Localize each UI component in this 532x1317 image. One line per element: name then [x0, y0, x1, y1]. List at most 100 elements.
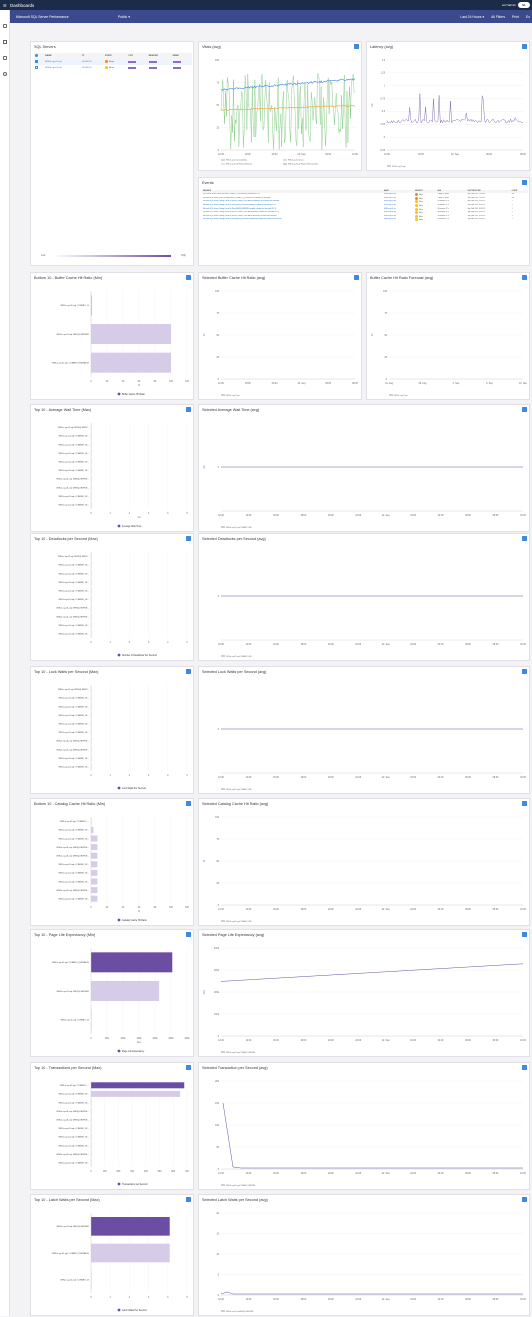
chart-label: 100 — [103, 1171, 108, 1173]
bufferSel-panel: Selected Buffer Cache Hit Ratio (avg) 100… — [198, 272, 362, 400]
devices-icon[interactable] — [3, 56, 7, 60]
bar[interactable] — [91, 861, 98, 868]
severity-icon — [414, 196, 418, 200]
chart-label: 50 — [216, 105, 219, 107]
chart-label: 18:00 — [245, 383, 251, 385]
chart-label: 25 — [216, 357, 219, 359]
bar[interactable] — [91, 887, 98, 894]
bufferMin-chart: 0 20 40 60 80 100 120% WIN-lc-sp-01-sql: COMMIO… — [52, 291, 190, 396]
chart-label: 12:00 — [218, 515, 224, 517]
dashboard-icon[interactable] — [3, 24, 7, 28]
deadMax-chart: 0 1 2 3 4 5 WIN-lc-sp-01-sql: MSSQLSERV... WIN-… — [56, 552, 188, 657]
series-line[interactable] — [220, 963, 524, 982]
chart-label: WIN-lc-sp-01-sql: MSSQLSERVE... — [56, 487, 89, 489]
event-device[interactable]: WIN-lc-sp-01.sql — [383, 218, 414, 222]
bar[interactable] — [91, 981, 160, 1001]
chart-label: WIN-lc-sp-01.sql:MSSQLSERVER — [226, 1311, 254, 1313]
chart-label: WIN-lc-sp-01-sql: COMMIO_IX — [60, 305, 89, 307]
chart-label: 50 — [216, 1147, 219, 1149]
chart-label: 100 — [169, 907, 174, 909]
device-name[interactable]: WIN-lc-sp-01.sql — [44, 65, 81, 71]
chart-label: WIN-lc-sp-01.sql:COMMIO_INSTAN... — [226, 1051, 257, 1054]
menu-icon[interactable]: ☰ — [3, 3, 7, 8]
chart-label: 100k — [214, 1014, 220, 1016]
chart-label: 02:00 — [410, 515, 416, 517]
chart-label: 150 — [215, 1103, 220, 1105]
txSel-panel: Selected Transaction per Second (avg) 200… — [198, 1062, 530, 1190]
bar[interactable] — [91, 1082, 185, 1089]
chart-label: 100 — [215, 291, 220, 293]
chart-label: WIN-lc-sp-01-sql: COMMIO_IN... — [59, 496, 90, 498]
bar[interactable] — [91, 826, 94, 833]
time-range-select[interactable]: Last 24 Hours ▾ — [460, 15, 484, 19]
chart-label: 06:00 — [486, 154, 492, 156]
catMin-chart: 0 20 40 60 80 100 120% WIN-lc-sp-01-sql: COMMIO… — [56, 817, 190, 922]
events-table: MESSAGE NAME SEVERITY AGE LAST DETECTED COUNT… — [202, 190, 528, 222]
bar[interactable] — [91, 869, 98, 876]
chart-label: WIN-lc-sp-01-sql: COMMIO_IN... — [59, 599, 90, 601]
export-button[interactable]: Ex — [526, 15, 530, 19]
chart-label: 10:00 — [520, 1299, 526, 1301]
legend-swatch — [117, 1182, 121, 1186]
series-line[interactable] — [222, 1102, 523, 1169]
chart-label: WIN-lc-sp-01-sql: MSSQLSERVE... — [56, 741, 89, 743]
series-line-memory[interactable] — [220, 105, 356, 111]
bar[interactable] — [91, 844, 98, 851]
chart-label: 22:00 — [355, 644, 361, 646]
chart-label: 08:00 — [493, 1040, 499, 1042]
chart-label: WIN-lc-sp-01.sql:availability — [226, 159, 247, 162]
bar[interactable] — [91, 852, 98, 859]
chart-label: WIN-lc-sp-01-sql: MSSQLSERVE... — [56, 479, 89, 481]
chart-label: 300k — [185, 1038, 191, 1040]
series-line[interactable] — [386, 93, 524, 124]
chart-label: 00:00 — [272, 383, 278, 385]
bar[interactable] — [91, 324, 171, 344]
all-filters-button[interactable]: All Filters — [491, 15, 505, 19]
user-menu[interactable]: em7admin — [502, 3, 516, 7]
bar[interactable] — [91, 835, 98, 842]
dashboard-title[interactable]: Microsoft SQL Server Performance — [16, 15, 69, 19]
chart-label: Catalog Cache Hit Ratio — [122, 919, 147, 922]
chart-label: 0 — [386, 379, 388, 381]
chart-label: WIN-lc-sp-01-sql: COMMIO_IN... — [59, 881, 90, 883]
series-line-availability[interactable] — [220, 73, 356, 150]
print-button[interactable]: Print — [512, 15, 519, 19]
series-line-cpu[interactable] — [220, 78, 356, 91]
vitals-panel: Vitals (avg) 100 75 50 25 0 12:00 18:00 00:00 22.… — [198, 41, 362, 171]
event-row[interactable]: Microsoft SQL Server Catalog Cache Hit R… — [202, 218, 528, 222]
bar[interactable] — [91, 1090, 181, 1097]
permission-select[interactable]: Public ▾ — [118, 15, 130, 19]
bar[interactable] — [91, 1217, 170, 1236]
vitals-chart: 100 75 50 25 0 12:00 18:00 00:00 22. Sep 06:00 12:… — [215, 60, 358, 166]
event-message[interactable]: Microsoft SQL Server Catalog Cache Hit R… — [202, 218, 383, 222]
chart-label: 0 — [218, 467, 220, 469]
panel-menu-icon[interactable] — [522, 180, 527, 185]
chart-label: 0 — [90, 775, 92, 777]
chart-label: 12:00 — [218, 909, 224, 911]
bar[interactable] — [91, 1243, 170, 1263]
bar[interactable] — [91, 352, 171, 373]
row-checkbox[interactable] — [34, 65, 44, 71]
bar[interactable] — [91, 895, 98, 902]
legend-swatch — [117, 1049, 121, 1053]
chart-label: 5 — [218, 1274, 220, 1276]
settings-icon[interactable] — [3, 72, 7, 76]
chart-label: 12:00 — [218, 383, 224, 385]
table-row[interactable]: WIN-lc-sp-01.sql 10.40.2.5 Minor 3% 56% 0.9% — [34, 65, 192, 71]
chart-label: 16:00 — [273, 1299, 279, 1301]
chart-label: 5 — [186, 1297, 188, 1299]
chart-label: WIN-lc-sp-01-sql: MSSQLSERV... — [58, 427, 89, 429]
chart-label: 04:00 — [438, 1040, 444, 1042]
heat-legend: Low High — [41, 254, 186, 257]
bar[interactable] — [91, 878, 98, 885]
latency-chart: 1.5 1.25 1 0.75 0.5 0.25 0 -0.25 ms 12:00 18:00 22.… — [372, 60, 527, 168]
chart-label: WIN-lc-sp-01-sql: MSSQLSERVE... — [56, 856, 89, 858]
series-line[interactable] — [220, 1291, 523, 1295]
alert-icon[interactable] — [3, 40, 7, 44]
chart-label: WIN-lc-sp-01-sql: COMMIO_IN... — [59, 715, 90, 717]
top-bar: ☰ Dashboards em7admin SL — [0, 0, 532, 10]
chart-label: 1 — [110, 775, 112, 777]
bar[interactable] — [91, 952, 173, 973]
chart-label: 0 — [218, 1036, 220, 1038]
chart-label: 18:00 — [300, 1040, 306, 1042]
